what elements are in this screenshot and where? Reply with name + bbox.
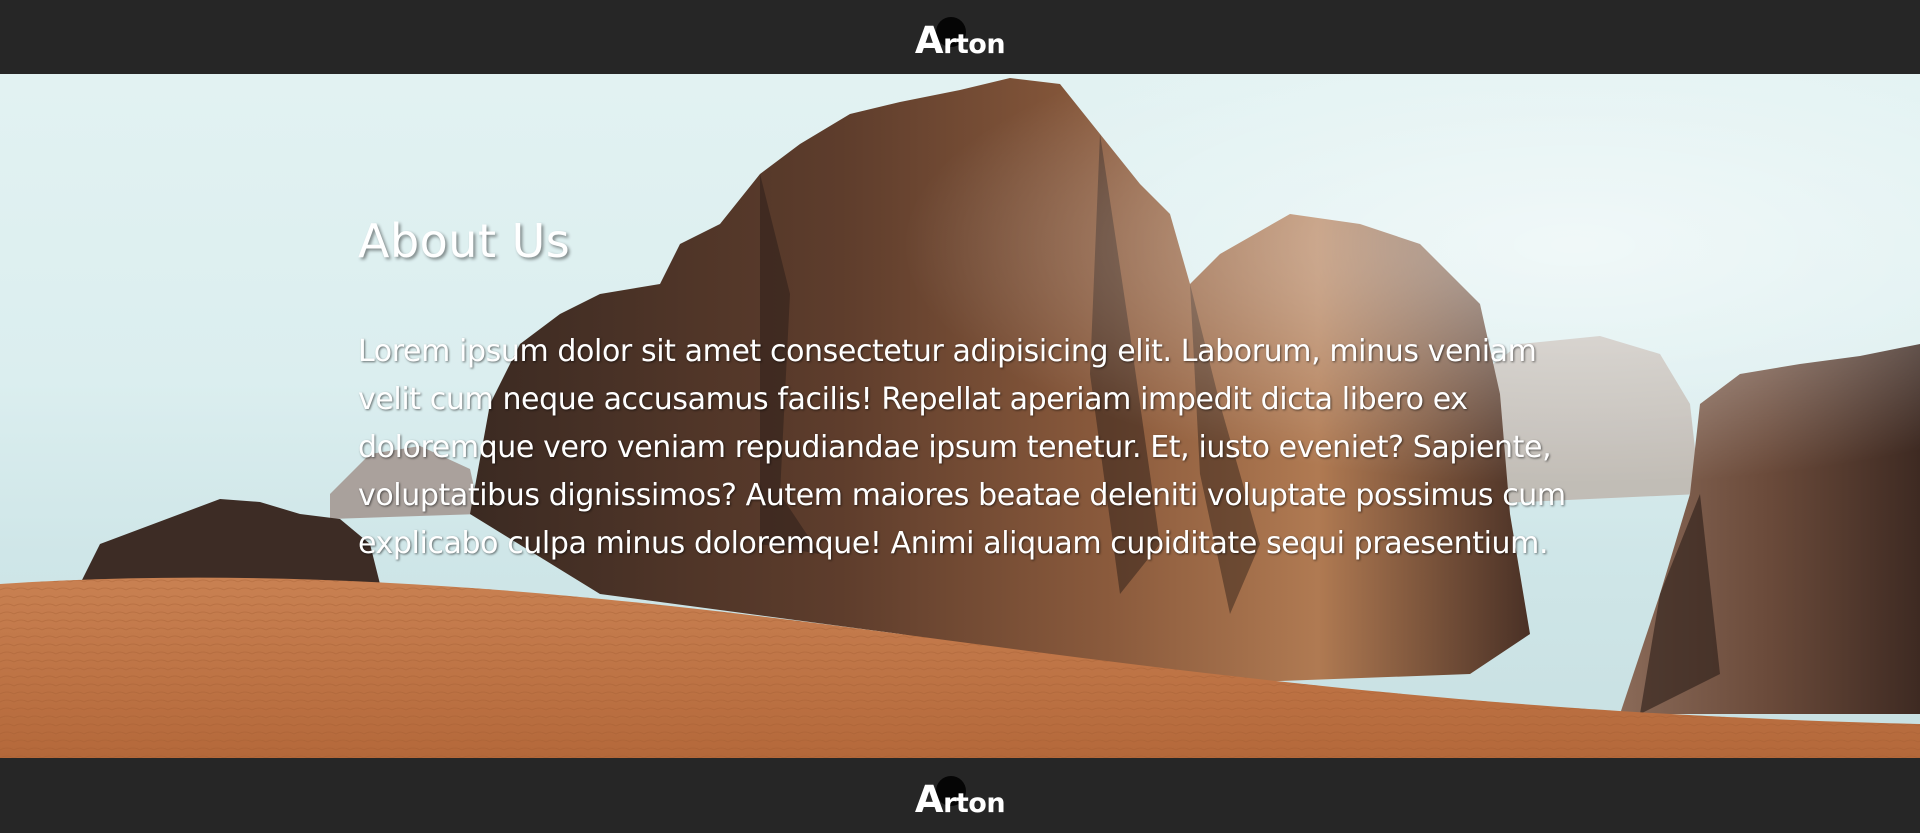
site-footer: Arton [0,758,1920,833]
logo-initial: A [914,777,944,821]
logo-text: rton [943,29,1006,60]
about-hero: About Us Lorem ipsum dolor sit amet cons… [0,74,1920,758]
logo-text: rton [943,787,1006,819]
about-heading: About Us [358,214,571,268]
about-content: About Us Lorem ipsum dolor sit amet cons… [358,214,1568,568]
about-body-text: Lorem ipsum dolor sit amet consectetur a… [358,334,1566,561]
site-header: Arton [0,0,1920,74]
footer-logo[interactable]: Arton [914,774,1006,821]
logo-initial: A [914,19,944,62]
header-logo[interactable]: Arton [914,15,1006,62]
